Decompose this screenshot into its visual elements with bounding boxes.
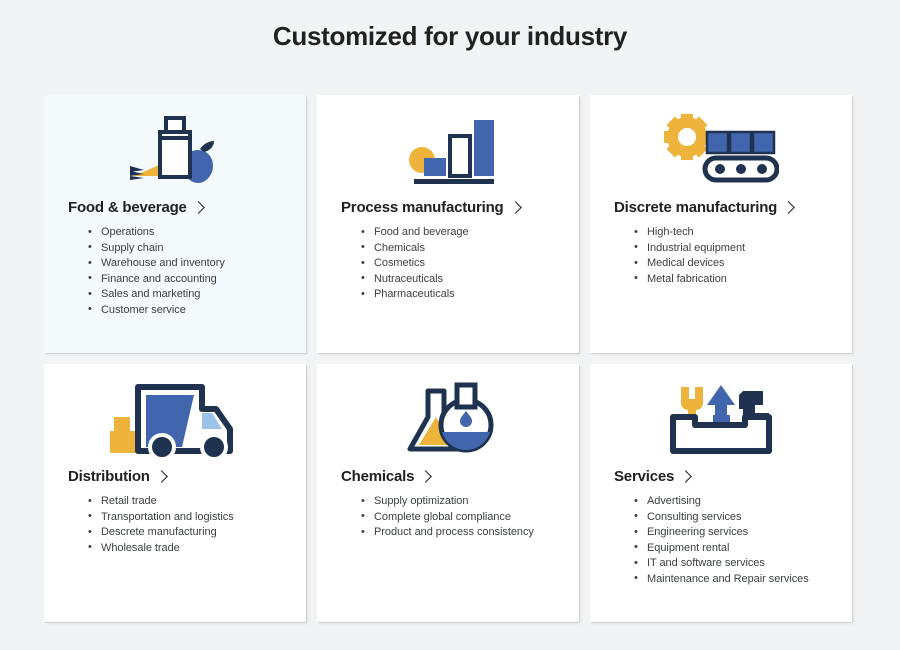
list-item: Descrete manufacturing: [88, 525, 284, 541]
lab-flask-beaker-icon: [339, 364, 557, 468]
card-title-chemicals[interactable]: Chemicals: [339, 468, 557, 486]
card-title-text: Chemicals: [341, 468, 415, 485]
industry-card-chemicals[interactable]: Chemicals Supply optimization Complete g…: [317, 364, 579, 622]
card-list-chemicals: Supply optimization Complete global comp…: [339, 494, 557, 541]
list-item: Engineering services: [634, 525, 830, 541]
list-item: Complete global compliance: [361, 509, 557, 526]
card-list-discrete-manufacturing: High-tech Industrial equipment Medical d…: [612, 225, 830, 287]
gear-conveyor-belt-icon: [612, 95, 830, 199]
card-list-services: Advertising Consulting services Engineer…: [612, 494, 830, 588]
card-title-text: Distribution: [68, 468, 150, 485]
card-list-food-beverage: Operations Supply chain Warehouse and in…: [66, 225, 284, 319]
card-list-distribution: Retail trade Transportation and logistic…: [66, 494, 284, 556]
chevron-right-icon: [154, 469, 168, 483]
chevron-right-icon: [679, 469, 692, 483]
list-item: Supply optimization: [361, 494, 557, 510]
card-title-food-beverage[interactable]: Food & beverage: [66, 199, 284, 217]
list-item: Equipment rental: [634, 540, 830, 557]
card-title-distribution[interactable]: Distribution: [66, 468, 284, 486]
list-item: Retail trade: [88, 494, 284, 510]
industry-card-distribution[interactable]: Distribution Retail trade Transportation…: [44, 364, 306, 622]
list-item: Chemicals: [361, 240, 557, 257]
industry-cards-page: Customized for your industry Food & beve…: [0, 0, 900, 650]
list-item: Wholesale trade: [88, 540, 284, 557]
card-list-process-manufacturing: Food and beverage Chemicals Cosmetics Nu…: [339, 225, 557, 303]
list-item: Nutraceuticals: [361, 271, 557, 288]
list-item: Advertising: [634, 494, 830, 510]
list-item: Operations: [88, 225, 284, 241]
list-item: Supply chain: [88, 240, 284, 257]
industry-card-food-beverage[interactable]: Food & beverage Operations Supply chain …: [44, 95, 306, 353]
list-item: Transportation and logistics: [88, 509, 284, 526]
card-title-discrete-manufacturing[interactable]: Discrete manufacturing: [612, 199, 830, 217]
list-item: Cosmetics: [361, 256, 557, 272]
list-item: Maintenance and Repair services: [634, 571, 830, 588]
list-item: IT and software services: [634, 556, 830, 572]
list-item: Industrial equipment: [634, 240, 830, 257]
industry-card-discrete-manufacturing[interactable]: Discrete manufacturing High-tech Industr…: [590, 95, 852, 353]
toolbox-tools-icon: [612, 364, 830, 468]
list-item: Pharmaceuticals: [361, 287, 557, 303]
list-item: Metal fabrication: [634, 271, 830, 288]
industry-card-grid: Food & beverage Operations Supply chain …: [44, 95, 856, 622]
card-title-services[interactable]: Services: [612, 468, 830, 486]
list-item: High-tech: [634, 225, 830, 241]
card-title-text: Process manufacturing: [341, 199, 504, 216]
list-item: Customer service: [88, 302, 284, 319]
delivery-truck-icon: [66, 364, 284, 468]
industry-card-process-manufacturing[interactable]: Process manufacturing Food and beverage …: [317, 95, 579, 353]
list-item: Finance and accounting: [88, 271, 284, 288]
card-title-text: Services: [614, 468, 675, 485]
list-item: Food and beverage: [361, 225, 557, 241]
chevron-right-icon: [419, 469, 433, 483]
chevron-right-icon: [782, 200, 796, 214]
card-title-text: Food & beverage: [68, 199, 187, 216]
page-title: Customized for your industry: [272, 21, 628, 51]
list-item: Medical devices: [634, 256, 830, 272]
bar-chart-icon: [339, 95, 557, 199]
list-item: Sales and marketing: [88, 287, 284, 303]
milk-carton-apple-wheat-icon: [66, 95, 284, 199]
industry-card-services[interactable]: Services Advertising Consulting services…: [590, 364, 852, 622]
card-title-process-manufacturing[interactable]: Process manufacturing: [339, 199, 557, 217]
chevron-right-icon: [191, 200, 205, 214]
list-item: Product and process consistency: [361, 525, 557, 541]
card-title-text: Discrete manufacturing: [614, 199, 778, 216]
list-item: Consulting services: [634, 509, 830, 526]
list-item: Warehouse and inventory: [88, 256, 284, 272]
chevron-right-icon: [508, 200, 522, 214]
